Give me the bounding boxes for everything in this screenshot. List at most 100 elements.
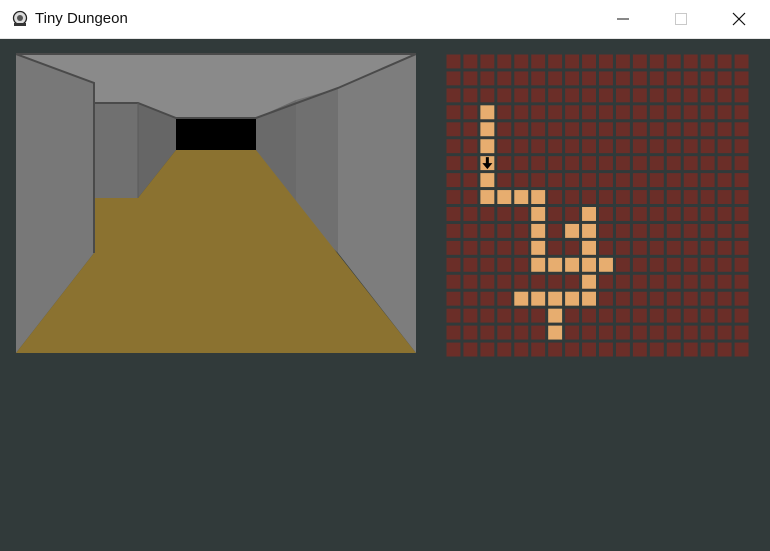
- map-wall-cell: [497, 325, 512, 340]
- game-area[interactable]: [0, 39, 770, 551]
- minimize-icon: [617, 18, 629, 20]
- map-wall-cell: [700, 240, 715, 255]
- map-wall-cell: [463, 207, 478, 221]
- map-floor-cell: [565, 257, 580, 272]
- map-floor-cell: [548, 308, 563, 323]
- map-wall-cell: [666, 190, 681, 204]
- map-wall-cell: [548, 173, 563, 188]
- map-wall-cell: [734, 308, 749, 323]
- map-wall-cell: [565, 342, 580, 357]
- map-wall-cell: [446, 88, 461, 103]
- minimap[interactable]: [445, 53, 750, 358]
- map-wall-cell: [717, 139, 732, 154]
- map-wall-cell: [700, 274, 715, 289]
- map-wall-cell: [683, 173, 698, 188]
- map-wall-cell: [446, 54, 461, 69]
- map-floor-cell: [548, 325, 563, 340]
- map-wall-cell: [497, 173, 512, 188]
- map-wall-cell: [683, 325, 698, 340]
- map-wall-cell: [666, 207, 681, 221]
- map-wall-cell: [565, 139, 580, 154]
- map-wall-cell: [446, 342, 461, 357]
- map-wall-cell: [548, 71, 563, 86]
- map-wall-cell: [632, 240, 647, 255]
- map-floor-cell: [514, 190, 529, 204]
- map-wall-cell: [497, 223, 512, 238]
- map-wall-cell: [480, 325, 495, 340]
- map-wall-cell: [717, 122, 732, 137]
- map-wall-cell: [548, 88, 563, 103]
- map-wall-cell: [599, 291, 613, 306]
- map-wall-cell: [480, 223, 495, 238]
- map-wall-cell: [734, 223, 749, 238]
- map-wall-cell: [446, 71, 461, 86]
- map-floor-cell: [582, 291, 596, 306]
- map-wall-cell: [497, 240, 512, 255]
- map-wall-cell: [497, 342, 512, 357]
- map-wall-cell: [531, 342, 546, 357]
- map-wall-cell: [632, 71, 647, 86]
- map-wall-cell: [666, 257, 681, 272]
- map-wall-cell: [548, 223, 563, 238]
- map-wall-cell: [548, 122, 563, 137]
- map-floor-cell: [480, 173, 495, 188]
- map-wall-cell: [700, 207, 715, 221]
- map-wall-cell: [615, 257, 630, 272]
- map-wall-cell: [599, 88, 613, 103]
- map-wall-cell: [649, 88, 664, 103]
- close-button[interactable]: [710, 0, 768, 38]
- map-wall-cell: [649, 274, 664, 289]
- map-wall-cell: [446, 291, 461, 306]
- map-wall-cell: [649, 156, 664, 171]
- map-wall-cell: [514, 257, 529, 272]
- map-floor-cell: [582, 223, 596, 238]
- map-wall-cell: [514, 71, 529, 86]
- map-wall-cell: [649, 291, 664, 306]
- map-wall-cell: [446, 190, 461, 204]
- map-wall-cell: [446, 274, 461, 289]
- map-wall-cell: [463, 88, 478, 103]
- maximize-icon: [675, 13, 687, 25]
- map-wall-cell: [463, 257, 478, 272]
- map-wall-cell: [683, 88, 698, 103]
- map-wall-cell: [632, 257, 647, 272]
- map-wall-cell: [649, 105, 664, 120]
- map-wall-cell: [717, 257, 732, 272]
- map-wall-cell: [480, 54, 495, 69]
- map-wall-cell: [582, 308, 596, 323]
- map-wall-cell: [734, 257, 749, 272]
- map-wall-cell: [463, 173, 478, 188]
- map-wall-cell: [497, 122, 512, 137]
- map-wall-cell: [565, 325, 580, 340]
- map-wall-cell: [632, 325, 647, 340]
- map-wall-cell: [700, 88, 715, 103]
- left-side-opening-wall: [94, 103, 138, 198]
- minimize-button[interactable]: [594, 0, 652, 38]
- first-person-view[interactable]: [16, 53, 416, 353]
- map-wall-cell: [649, 54, 664, 69]
- map-wall-cell: [666, 342, 681, 357]
- maximize-button[interactable]: [652, 0, 710, 38]
- map-floor-cell: [480, 190, 495, 204]
- map-wall-cell: [717, 291, 732, 306]
- map-wall-cell: [615, 122, 630, 137]
- map-wall-cell: [632, 291, 647, 306]
- map-wall-cell: [734, 342, 749, 357]
- map-wall-cell: [565, 190, 580, 204]
- map-wall-cell: [717, 240, 732, 255]
- map-wall-cell: [582, 156, 596, 171]
- map-wall-cell: [446, 122, 461, 137]
- map-wall-cell: [666, 88, 681, 103]
- map-wall-cell: [548, 105, 563, 120]
- map-wall-cell: [599, 190, 613, 204]
- map-wall-cell: [649, 325, 664, 340]
- map-wall-cell: [683, 54, 698, 69]
- map-wall-cell: [497, 139, 512, 154]
- map-wall-cell: [548, 342, 563, 357]
- map-wall-cell: [531, 122, 546, 137]
- map-wall-cell: [599, 105, 613, 120]
- map-wall-cell: [700, 308, 715, 323]
- map-wall-cell: [463, 122, 478, 137]
- map-wall-cell: [446, 105, 461, 120]
- map-wall-cell: [666, 173, 681, 188]
